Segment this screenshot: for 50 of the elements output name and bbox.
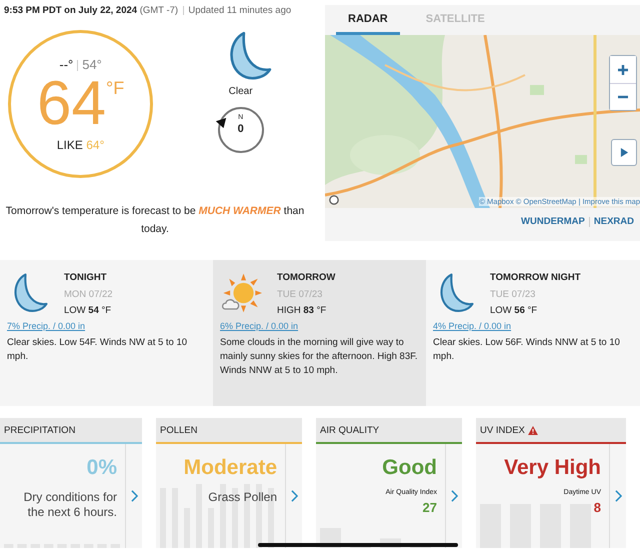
forecast-period: TONIGHT <box>64 272 108 283</box>
forecast-description: Some clouds in the morning will give way to mainly sunny skies for the afternoon. High 83F. Winds NNW at 5 to 10 mph. <box>220 336 418 378</box>
forecast-period: TOMORROW NIGHT <box>490 272 581 283</box>
index-title: AIR QUALITY <box>320 424 380 436</box>
condition-label: Clear <box>228 86 253 97</box>
forecast-date: MON 07/22 <box>64 289 113 300</box>
forecast-card[interactable]: TOMORROW NIGHT TUE 07/23 LOW 56 °F 4% Precip. / 0.00 in Clear skies. Low 56F. Winds NNW at 5 to 10 mph. <box>426 260 639 406</box>
forecast-date: TUE 07/23 <box>277 289 324 300</box>
feels-like-temperature: 64° <box>86 138 104 152</box>
index-value: Moderate <box>184 456 277 480</box>
index-label: Grass Pollen <box>207 490 277 505</box>
forecast-summary: Tomorrow's temperature is forecast to be MUCH WARMER than today. <box>4 204 306 237</box>
index-title: UV INDEX <box>480 424 525 436</box>
zoom-out-button[interactable] <box>610 83 636 110</box>
forecast-temperature: LOW 54 °F <box>64 305 112 316</box>
forecast-card[interactable]: TONIGHT MON 07/22 LOW 54 °F 7% Precip. / 0.00 in Clear skies. Low 54F. Winds NW at 5 to 10 mph. <box>0 260 213 406</box>
sun-cloud-icon <box>220 272 262 314</box>
current-temperature: 64 <box>37 72 106 136</box>
low-temperature: 54° <box>82 56 102 72</box>
chevron-right-icon <box>614 490 622 502</box>
forecast-card[interactable]: TOMORROW TUE 07/23 HIGH 83 °F 6% Precip. / 0.00 in Some clouds in the morning will give way to mainly sunny skies for the afternoon. High 83F. Winds NNW at 5 to 10 mph. <box>213 260 426 406</box>
chevron-right-icon <box>130 490 138 502</box>
plus-icon <box>617 64 629 76</box>
temperature-unit: °F <box>106 78 124 98</box>
forecast-date: TUE 07/23 <box>490 289 536 300</box>
index-reading: 8 <box>594 500 601 515</box>
index-value: 0% <box>86 456 117 480</box>
forecast-period: TOMORROW <box>277 272 336 283</box>
forecast-description: Clear skies. Low 56F. Winds NNW at 5 to 10 mph. <box>433 336 621 364</box>
map-link[interactable]: NEXRAD <box>594 216 634 227</box>
mapbox-logo-icon <box>329 195 339 205</box>
observation-time: 9:53 PM PDT on July 22, 2024 (GMT -7) Updated 11 minutes ago <box>3 4 292 16</box>
high-temperature: --° <box>59 56 74 72</box>
play-icon <box>620 147 628 158</box>
index-value: Very High <box>504 456 601 480</box>
forecast-description: Clear skies. Low 54F. Winds NW at 5 to 10 mph. <box>7 336 188 364</box>
play-button[interactable] <box>611 139 637 166</box>
feels-like-label: LIKE <box>56 138 83 152</box>
index-label: Dry conditions for the next 6 hours. <box>22 490 117 520</box>
index-title: PRECIPITATION <box>4 424 76 436</box>
wind-arrow-icon <box>214 117 227 129</box>
chevron-right-icon <box>290 490 298 502</box>
index-title: POLLEN <box>160 424 198 436</box>
forecast-temperature: HIGH 83 °F <box>277 305 328 316</box>
map-link[interactable]: WUNDERMAP <box>521 216 585 227</box>
index-reading: 27 <box>422 500 437 515</box>
chevron-right-icon <box>450 490 458 502</box>
index-value: Good <box>382 456 437 480</box>
forecast-temperature: LOW 56 °F <box>490 305 538 316</box>
warning-icon <box>528 426 538 434</box>
